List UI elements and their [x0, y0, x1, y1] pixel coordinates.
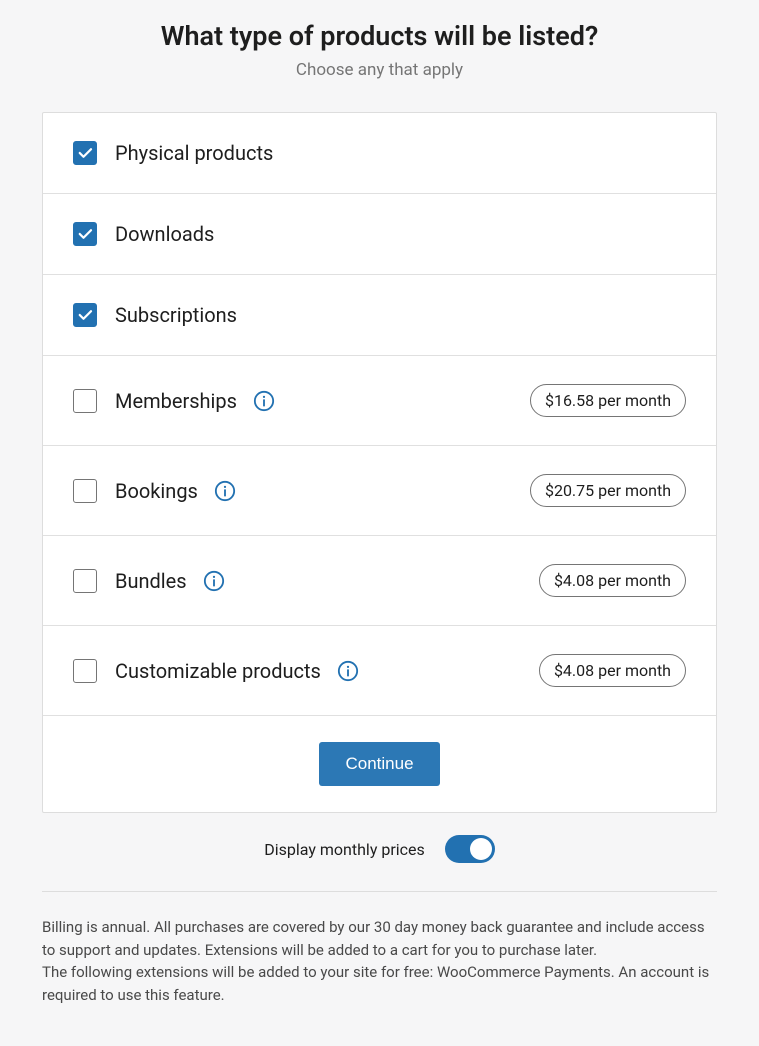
checkbox-subscriptions[interactable] [73, 303, 97, 327]
price-pill: $16.58 per month [530, 384, 686, 417]
checkbox-bundles[interactable] [73, 569, 97, 593]
info-icon[interactable] [337, 660, 359, 682]
check-icon [76, 144, 94, 162]
option-label: Bookings [115, 479, 198, 503]
option-customizable-products[interactable]: Customizable products $4.08 per month [43, 626, 716, 716]
page-title: What type of products will be listed? [0, 20, 759, 52]
option-label: Memberships [115, 389, 237, 413]
option-downloads[interactable]: Downloads [43, 194, 716, 275]
toggle-label: Display monthly prices [264, 840, 425, 859]
continue-row: Continue [43, 716, 716, 812]
footer-text: Billing is annual. All purchases are cov… [42, 916, 717, 1006]
footer-paragraph-2: The following extensions will be added t… [42, 961, 717, 1006]
product-types-card: Physical products Downloads Subscription… [42, 112, 717, 813]
price-pill: $4.08 per month [539, 564, 686, 597]
option-label: Physical products [115, 141, 273, 165]
price-pill: $4.08 per month [539, 654, 686, 687]
footer-paragraph-1: Billing is annual. All purchases are cov… [42, 916, 717, 961]
checkbox-memberships[interactable] [73, 389, 97, 413]
info-icon[interactable] [214, 480, 236, 502]
check-icon [76, 225, 94, 243]
continue-button[interactable]: Continue [319, 742, 439, 786]
monthly-prices-toggle[interactable] [445, 835, 495, 863]
option-label: Downloads [115, 222, 214, 246]
checkbox-downloads[interactable] [73, 222, 97, 246]
info-icon[interactable] [253, 390, 275, 412]
option-bundles[interactable]: Bundles $4.08 per month [43, 536, 716, 626]
option-physical-products[interactable]: Physical products [43, 113, 716, 194]
price-toggle-row: Display monthly prices [42, 813, 717, 892]
check-icon [76, 306, 94, 324]
checkbox-bookings[interactable] [73, 479, 97, 503]
checkbox-physical-products[interactable] [73, 141, 97, 165]
option-label: Bundles [115, 569, 187, 593]
info-icon[interactable] [203, 570, 225, 592]
option-label: Subscriptions [115, 303, 237, 327]
option-memberships[interactable]: Memberships $16.58 per month [43, 356, 716, 446]
checkbox-customizable-products[interactable] [73, 659, 97, 683]
price-pill: $20.75 per month [530, 474, 686, 507]
toggle-knob [470, 838, 492, 860]
option-label: Customizable products [115, 659, 321, 683]
option-subscriptions[interactable]: Subscriptions [43, 275, 716, 356]
option-bookings[interactable]: Bookings $20.75 per month [43, 446, 716, 536]
page-subtitle: Choose any that apply [0, 60, 759, 80]
